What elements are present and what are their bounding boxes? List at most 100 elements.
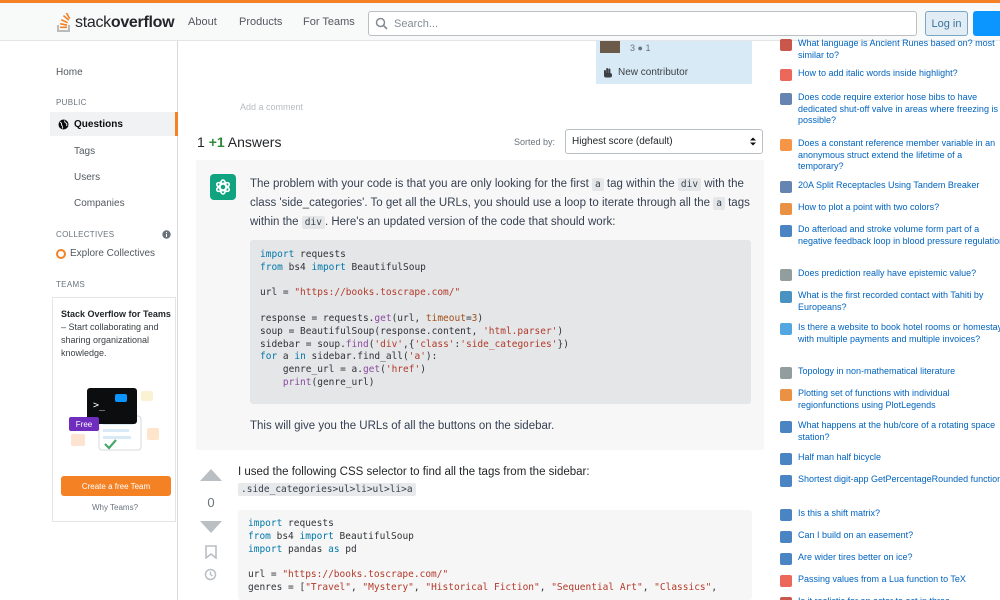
law-site-icon	[780, 531, 792, 543]
bicycles-site-icon	[780, 453, 792, 465]
answer-body: The problem with your code is that you a…	[250, 178, 750, 229]
travel-site-icon	[780, 323, 792, 335]
ancient-runes-site-icon	[780, 39, 792, 51]
code-block: import requests from bs4 import Beautifu…	[238, 510, 752, 600]
stackoverflow-logo-icon	[57, 13, 71, 32]
sidebar-item-label: Explore Collectives	[70, 248, 156, 259]
hot-question-title[interactable]: Passing values from a Lua function to Te…	[798, 574, 966, 587]
hot-question-title[interactable]: Topology in non-mathematical literature	[798, 366, 955, 379]
hot-question-title[interactable]: Is there a website to book hotel rooms o…	[798, 322, 1000, 345]
history-site-icon	[780, 291, 792, 303]
sidebar-item-explore-collectives[interactable]: Explore Collectives	[56, 248, 155, 259]
code-block: import requests from bs4 import Beautifu…	[250, 240, 751, 404]
answer-body: I used the following CSS selector to fin…	[238, 464, 758, 498]
hot-question-title[interactable]: Does code require exterior hose bibs to …	[798, 92, 1000, 127]
bicycles-site-icon	[780, 553, 792, 565]
hot-question-item[interactable]: Do afterload and stroke volume form part…	[780, 224, 1000, 247]
hot-question-title[interactable]: 20A Split Receptacles Using Tandem Break…	[798, 180, 979, 193]
teams-promo-text: Stack Overflow for Teams – Start collabo…	[61, 309, 171, 358]
stackoverflow-site-icon	[780, 139, 792, 151]
sidebar-item-tags[interactable]: Tags	[74, 146, 95, 157]
sidebar-item-companies[interactable]: Companies	[74, 198, 125, 209]
hot-question-item[interactable]: What is the first recorded contact with …	[780, 290, 1000, 313]
sidebar-heading-collectives: COLLECTIVES	[56, 230, 115, 239]
hot-question-title[interactable]: Half man half bicycle	[798, 452, 881, 465]
user-card: 3 ● 1 New contributor	[596, 41, 752, 84]
hot-question-item[interactable]: Does a constant reference member variabl…	[780, 138, 1000, 173]
hot-question-title[interactable]: Does a constant reference member variabl…	[798, 138, 1000, 173]
upvote-icon[interactable]	[198, 468, 224, 482]
hot-question-title[interactable]: Can I build on an easement?	[798, 530, 913, 543]
nav-about[interactable]: About	[188, 16, 217, 28]
hot-question-title[interactable]: Are wider tires better on ice?	[798, 552, 913, 565]
hot-question-title[interactable]: Does prediction really have epistemic va…	[798, 268, 976, 281]
info-icon[interactable]	[162, 230, 171, 239]
hot-question-title[interactable]: Do afterload and stroke volume form part…	[798, 224, 1000, 247]
hot-question-item[interactable]: What happens at the hub/core of a rotati…	[780, 420, 1000, 443]
electronics-site-icon	[780, 225, 792, 237]
hot-question-title[interactable]: Is it realistic for an actor to act in t…	[798, 596, 950, 600]
sort-select[interactable]: Highest score (default)	[565, 129, 763, 154]
sidebar-item-users[interactable]: Users	[74, 172, 100, 183]
create-team-button[interactable]: Create a free Team	[61, 476, 171, 496]
why-teams-link[interactable]: Why Teams?	[53, 503, 177, 512]
math-site-icon	[780, 203, 792, 215]
hot-question-item[interactable]: Plotting set of functions with individua…	[780, 388, 1000, 411]
hot-question-item[interactable]: Are wider tires better on ice?	[780, 552, 1000, 565]
select-arrows-icon	[750, 137, 756, 146]
hot-question-title[interactable]: Plotting set of functions with individua…	[798, 388, 1000, 411]
space-site-icon	[780, 421, 792, 433]
diy-site-icon	[780, 181, 792, 193]
hot-question-title[interactable]: Shortest digit-app GetPercentageRounded …	[798, 474, 1000, 487]
bookmark-icon[interactable]	[205, 545, 217, 560]
hot-question-item[interactable]: Topology in non-mathematical literature	[780, 366, 1000, 379]
hot-question-title[interactable]: What language is Ancient Runes based on?…	[798, 38, 1000, 61]
sidebar-heading-teams: TEAMS	[56, 280, 86, 289]
sidebar-item-questions[interactable]: Questions	[50, 112, 178, 136]
hot-question-item[interactable]: 20A Split Receptacles Using Tandem Break…	[780, 180, 1000, 193]
hot-question-title[interactable]: What is the first recorded contact with …	[798, 290, 1000, 313]
hot-question-item[interactable]: How to plot a point with two colors?	[780, 202, 1000, 215]
hot-question-title[interactable]: How to add italic words inside highlight…	[798, 68, 958, 81]
hot-question-item[interactable]: Can I build on an easement?	[780, 530, 1000, 543]
hot-question-item[interactable]: How to add italic words inside highlight…	[780, 68, 1000, 81]
diy-site-icon	[780, 93, 792, 105]
hot-question-item[interactable]: Does prediction really have epistemic va…	[780, 268, 1000, 281]
downvote-icon[interactable]	[198, 520, 224, 534]
hot-question-item[interactable]: What language is Ancient Runes based on?…	[780, 38, 1000, 61]
nav-for-teams[interactable]: For Teams	[303, 16, 355, 28]
hot-question-item[interactable]: Passing values from a Lua function to Te…	[780, 574, 1000, 587]
hand-wave-icon	[604, 68, 612, 78]
answers-heading: 1 +1 Answers	[197, 134, 282, 150]
hot-question-item[interactable]: Does code require exterior hose bibs to …	[780, 92, 1000, 127]
hot-question-title[interactable]: What happens at the hub/core of a rotati…	[798, 420, 1000, 443]
codegolf-site-icon	[780, 475, 792, 487]
hot-question-title[interactable]: Is this a shift matrix?	[798, 508, 880, 521]
add-comment-link[interactable]: Add a comment	[240, 102, 303, 112]
left-sidebar: Home PUBLIC Questions Tags Users Compani…	[50, 41, 178, 600]
answer-text: I used the following CSS selector to fin…	[238, 466, 590, 478]
search-placeholder: Search...	[394, 17, 439, 30]
search-input[interactable]: Search...	[368, 11, 917, 36]
hot-question-item[interactable]: Is this a shift matrix?	[780, 508, 1000, 521]
login-button[interactable]: Log in	[925, 11, 968, 36]
philosophy-site-icon	[780, 269, 792, 281]
top-bar: stackoverflow About Products For Teams S…	[0, 0, 1000, 41]
site-logo[interactable]: stackoverflow	[56, 11, 175, 35]
hot-question-item[interactable]: Is there a website to book hotel rooms o…	[780, 322, 1000, 345]
brackets-site-icon	[780, 69, 792, 81]
avatar[interactable]	[600, 41, 620, 53]
sidebar-item-home[interactable]: Home	[56, 67, 83, 78]
vote-count: 0	[207, 495, 215, 510]
new-contributor-label: New contributor	[618, 67, 689, 78]
signup-button[interactable]	[973, 11, 1000, 36]
hot-question-item[interactable]: Is it realistic for an actor to act in t…	[780, 596, 1000, 600]
hot-question-title[interactable]: How to plot a point with two colors?	[798, 202, 939, 215]
user-reputation: 3 ● 1	[630, 43, 651, 53]
globe-icon	[58, 119, 69, 129]
nav-products[interactable]: Products	[239, 16, 282, 28]
hot-question-item[interactable]: Half man half bicycle	[780, 452, 1000, 465]
hot-question-item[interactable]: Shortest digit-app GetPercentageRounded …	[780, 474, 1000, 487]
free-badge: Free	[69, 417, 99, 431]
history-icon[interactable]	[204, 568, 217, 581]
